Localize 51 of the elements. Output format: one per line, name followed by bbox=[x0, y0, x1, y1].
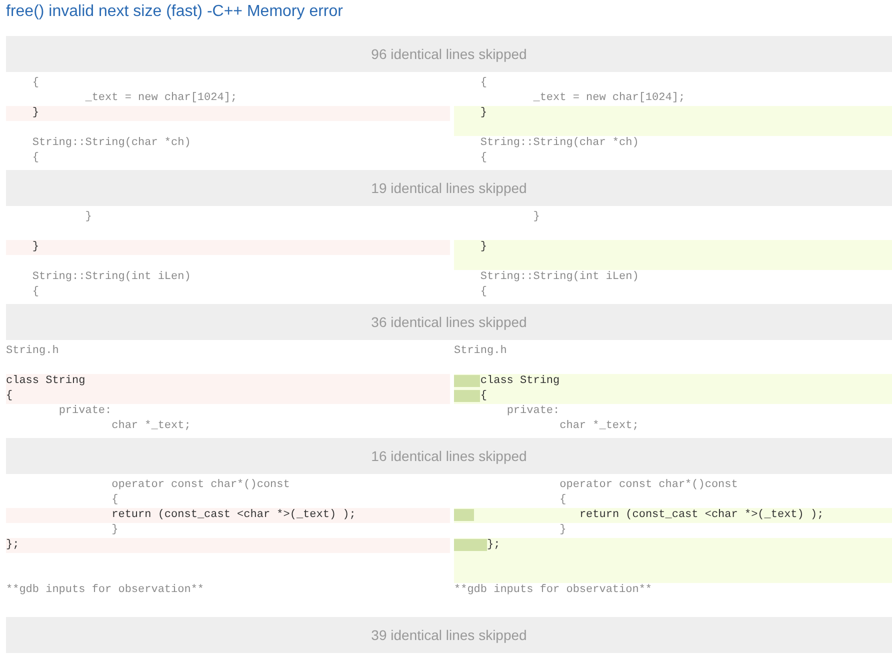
skipped-lines-label: 36 identical lines skipped bbox=[371, 312, 527, 332]
code-line: }; bbox=[487, 538, 500, 553]
code-line: String::String(char *ch) bbox=[32, 136, 191, 151]
code-line: { bbox=[480, 285, 488, 300]
code-line: class String bbox=[6, 374, 86, 389]
skipped-lines-label: 39 identical lines skipped bbox=[371, 626, 527, 645]
skipped-lines-label: 96 identical lines skipped bbox=[371, 44, 527, 64]
page-title[interactable]: free() invalid next size (fast) -C++ Memory error bbox=[6, 3, 343, 21]
code-line: String::String(char *ch) bbox=[480, 136, 639, 151]
skipped-lines-bar[interactable]: 39 identical lines skipped bbox=[6, 617, 892, 653]
code-line: class String bbox=[480, 374, 560, 389]
code-line: { bbox=[32, 76, 40, 91]
code-line: char *_text; bbox=[560, 419, 639, 434]
code-line: String::String(int iLen) bbox=[32, 270, 191, 285]
code-line: } bbox=[112, 523, 118, 538]
skipped-lines-bar[interactable]: 19 identical lines skipped bbox=[6, 170, 892, 206]
skipped-lines-bar[interactable]: 36 identical lines skipped bbox=[6, 304, 892, 340]
code-line: String.h bbox=[6, 344, 59, 359]
code-line: } bbox=[32, 106, 40, 121]
code-line: }; bbox=[6, 538, 20, 553]
code-line: { bbox=[32, 285, 40, 300]
code-line: } bbox=[560, 523, 566, 538]
code-line: { bbox=[32, 151, 40, 166]
code-line: { bbox=[480, 151, 488, 166]
code-line: { bbox=[560, 493, 566, 508]
code-line: private: bbox=[506, 404, 560, 419]
skipped-lines-bar[interactable]: 96 identical lines skipped bbox=[6, 36, 892, 72]
code-line: { bbox=[480, 76, 488, 91]
code-line: } bbox=[32, 240, 40, 255]
code-line: **gdb inputs for observation** bbox=[454, 583, 652, 598]
code-line: **gdb inputs for observation** bbox=[6, 583, 204, 598]
code-line: } bbox=[533, 210, 540, 225]
code-line: operator const char*()const bbox=[560, 478, 738, 493]
code-line: String::String(int iLen) bbox=[480, 270, 639, 285]
skipped-lines-label: 16 identical lines skipped bbox=[371, 446, 527, 466]
code-line: { bbox=[6, 389, 13, 404]
code-line: { bbox=[112, 493, 118, 508]
skipped-lines-label: 19 identical lines skipped bbox=[371, 178, 527, 198]
code-line: return (const_cast <char *>(_text) ); bbox=[579, 508, 824, 523]
code-line: String.h bbox=[454, 344, 507, 359]
code-line: private: bbox=[58, 404, 112, 419]
code-line: } bbox=[85, 210, 92, 225]
code-line: } bbox=[480, 106, 488, 121]
code-line: return (const_cast <char *>(_text) ); bbox=[112, 508, 356, 523]
skipped-lines-bar[interactable]: 16 identical lines skipped bbox=[6, 438, 892, 474]
code-line: { bbox=[480, 389, 488, 404]
code-line: _text = new char[1024]; bbox=[85, 91, 238, 106]
code-line: operator const char*()const bbox=[112, 478, 290, 493]
code-line: char *_text; bbox=[112, 419, 191, 434]
code-line: _text = new char[1024]; bbox=[533, 91, 686, 106]
code-line: } bbox=[480, 240, 488, 255]
